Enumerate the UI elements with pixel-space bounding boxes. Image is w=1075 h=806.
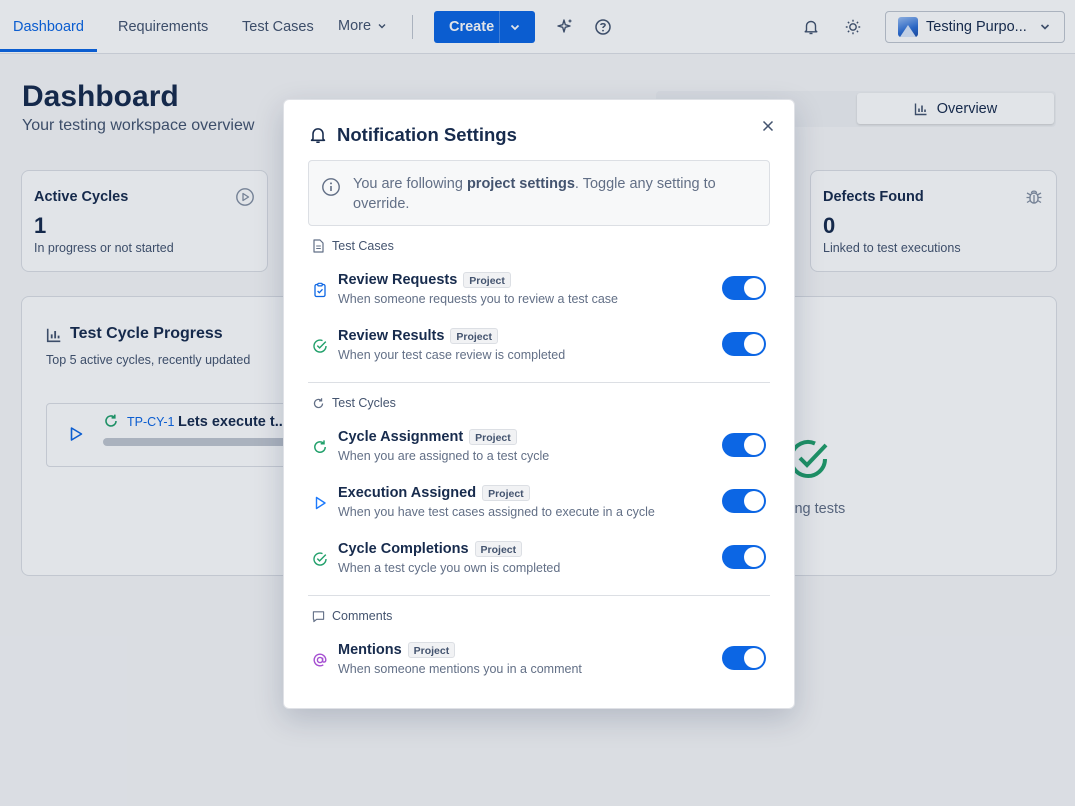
- document-icon: [313, 239, 324, 253]
- setting-cycle-assignment: Cycle Assignment Project When you are as…: [308, 429, 770, 469]
- section-title: Test Cases: [332, 239, 394, 253]
- setting-title-row: Review Requests Project: [338, 272, 511, 288]
- notification-settings-dialog: Notification Settings You are following …: [283, 99, 795, 709]
- setting-description: When a test cycle you own is completed: [338, 561, 561, 575]
- refresh-icon: [313, 397, 324, 408]
- project-badge: Project: [407, 642, 456, 658]
- setting-title: Execution Assigned: [338, 485, 477, 501]
- dialog-header: Notification Settings: [308, 124, 517, 146]
- project-badge: Project: [463, 272, 511, 288]
- toggle-knob: [744, 334, 764, 354]
- dialog-title: Notification Settings: [337, 124, 517, 145]
- setting-title: Cycle Completions: [338, 541, 469, 557]
- section-divider: [308, 382, 770, 383]
- review-results-toggle[interactable]: [722, 332, 766, 356]
- setting-title-row: Cycle Completions Project: [338, 541, 523, 557]
- setting-cycle-completions: Cycle Completions Project When a test cy…: [308, 541, 770, 581]
- clipboard-check-icon: [314, 282, 326, 298]
- setting-title: Review Results: [338, 328, 445, 344]
- info-icon: [322, 178, 340, 196]
- check-circle-icon: [313, 339, 327, 353]
- close-button[interactable]: [758, 116, 778, 136]
- info-text: You are following project settings. Togg…: [353, 174, 753, 214]
- toggle-knob: [744, 278, 764, 298]
- review-requests-toggle[interactable]: [722, 276, 766, 300]
- project-badge: Project: [482, 485, 530, 501]
- refresh-icon: [314, 440, 326, 453]
- execution-assigned-toggle[interactable]: [722, 489, 766, 513]
- setting-title-row: Cycle Assignment Project: [338, 429, 517, 445]
- check-circle-icon: [313, 552, 327, 566]
- setting-review-results: Review Results Project When your test ca…: [308, 328, 770, 368]
- toggle-knob: [744, 648, 764, 668]
- project-badge: Project: [469, 429, 517, 445]
- setting-description: When someone requests you to review a te…: [338, 292, 619, 306]
- setting-title: Mentions: [338, 642, 402, 658]
- section-comments: Comments: [312, 609, 392, 623]
- setting-review-requests: Review Requests Project When someone req…: [308, 272, 770, 312]
- setting-title: Review Requests: [338, 272, 458, 288]
- section-title: Comments: [332, 609, 393, 623]
- setting-execution-assigned: Execution Assigned Project When you have…: [308, 485, 770, 525]
- toggle-knob: [744, 435, 764, 455]
- comment-icon: [312, 610, 325, 622]
- project-badge: Project: [450, 328, 498, 344]
- cycle-assignment-toggle[interactable]: [722, 433, 766, 457]
- mentions-toggle[interactable]: [722, 646, 766, 670]
- setting-description: When you are assigned to a test cycle: [338, 449, 550, 463]
- toggle-knob: [744, 547, 764, 567]
- info-text-prefix: You are following: [353, 176, 467, 192]
- at-sign-icon: [313, 653, 327, 667]
- section-test-cycles: Test Cycles: [312, 396, 396, 410]
- bell-icon: [310, 128, 326, 143]
- setting-description: When your test case review is completed: [338, 348, 566, 362]
- info-text-emphasis[interactable]: project settings: [467, 176, 575, 192]
- section-title: Test Cycles: [332, 396, 396, 410]
- setting-title-row: Execution Assigned Project: [338, 485, 530, 501]
- play-icon: [315, 496, 326, 510]
- setting-title-row: Mentions Project: [338, 642, 456, 658]
- cycle-completions-toggle[interactable]: [722, 545, 766, 569]
- setting-mentions: Mentions Project When someone mentions y…: [308, 642, 770, 682]
- setting-title: Cycle Assignment: [338, 429, 464, 445]
- setting-title-row: Review Results Project: [338, 328, 498, 344]
- section-divider: [308, 595, 770, 596]
- project-badge: Project: [474, 541, 523, 557]
- toggle-knob: [744, 491, 764, 511]
- info-banner: You are following project settings. Togg…: [308, 160, 770, 226]
- setting-description: When you have test cases assigned to exe…: [338, 505, 655, 519]
- close-icon[interactable]: [762, 120, 774, 132]
- setting-description: When someone mentions you in a comment: [338, 662, 582, 676]
- section-test-cases: Test Cases: [312, 239, 394, 253]
